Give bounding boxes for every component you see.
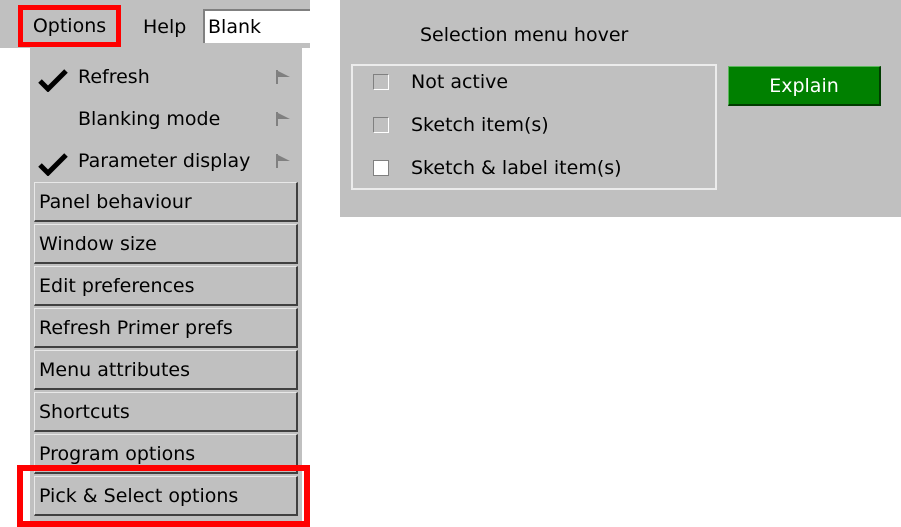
options-menu[interactable]: Options <box>18 5 121 47</box>
options-dropdown: Refresh Blanking mode Parameter display … <box>30 48 302 527</box>
option-sketch-items[interactable]: Sketch item(s) <box>373 110 549 140</box>
submenu-arrow-icon <box>276 70 290 84</box>
edit-preferences-button[interactable]: Edit preferences <box>34 266 298 306</box>
checkmark-icon <box>38 153 68 176</box>
menu-item-blanking-mode[interactable]: Blanking mode <box>30 98 302 140</box>
help-menu-label: Help <box>143 16 187 38</box>
submenu-arrow-icon <box>276 112 290 126</box>
menu-item-label: Parameter display <box>78 150 251 172</box>
option-not-active[interactable]: Not active <box>373 67 508 97</box>
explain-button-label: Explain <box>769 74 839 97</box>
submenu-arrow-icon <box>276 154 290 168</box>
menu-item-label: Refresh <box>78 66 150 88</box>
radio-box-icon[interactable] <box>373 160 389 176</box>
shortcuts-button[interactable]: Shortcuts <box>34 392 298 432</box>
panel-behaviour-button[interactable]: Panel behaviour <box>34 182 298 222</box>
menu-attributes-button[interactable]: Menu attributes <box>34 350 298 390</box>
option-label: Sketch & label item(s) <box>411 157 622 179</box>
highlight-box <box>17 465 310 527</box>
window-size-button[interactable]: Window size <box>34 224 298 264</box>
blank-mode-field[interactable]: Blank <box>203 9 310 43</box>
checkmark-icon <box>38 69 68 92</box>
blank-mode-value: Blank <box>208 16 262 38</box>
radio-box-icon[interactable] <box>373 74 389 90</box>
options-menu-label: Options <box>32 15 107 37</box>
option-label: Not active <box>411 71 509 93</box>
explain-button[interactable]: Explain <box>728 66 881 106</box>
help-menu[interactable]: Help <box>143 12 186 42</box>
option-sketch-label-items[interactable]: Sketch & label item(s) <box>373 153 622 183</box>
menu-item-parameter-display[interactable]: Parameter display <box>30 140 302 182</box>
menu-item-label: Blanking mode <box>78 108 221 130</box>
radio-box-icon[interactable] <box>373 117 389 133</box>
menu-item-refresh[interactable]: Refresh <box>30 56 302 98</box>
panel-title: Selection menu hover <box>420 24 629 46</box>
refresh-primer-prefs-button[interactable]: Refresh Primer prefs <box>34 308 298 348</box>
option-label: Sketch item(s) <box>411 114 549 136</box>
